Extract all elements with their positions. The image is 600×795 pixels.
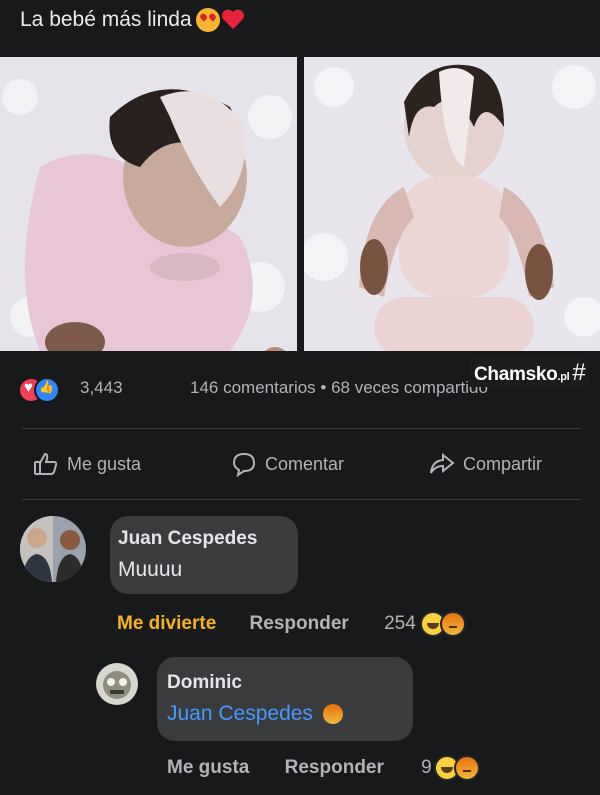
baby-photo-right[interactable] [304, 57, 600, 351]
angry-face-icon [322, 704, 343, 725]
share-button[interactable]: Compartir [429, 451, 542, 477]
angry-face-icon [453, 755, 480, 781]
watermark: Chamsko.pl # [470, 359, 590, 387]
watermark-hash-icon: # [572, 359, 586, 386]
post-actions: Me gusta Comentar Compartir [0, 445, 600, 485]
share-arrow-icon [430, 452, 455, 474]
like-button[interactable]: Me gusta [33, 451, 141, 477]
comment-reactions[interactable]: 254 [384, 611, 466, 637]
comment-bubble: Juan Cespedes Muuuu [110, 516, 298, 594]
watermark-brand: Chamsko [474, 364, 558, 385]
comment-reactions[interactable]: 9 [421, 755, 480, 781]
thumbs-up-icon [34, 452, 58, 475]
watermark-suffix: .pl [557, 371, 570, 383]
comment-meta: Me divierte Responder 254 [117, 611, 466, 637]
comment-button[interactable]: Comentar [231, 451, 344, 477]
heart-eyes-emoji-icon [195, 8, 220, 32]
like-button[interactable]: Me gusta [167, 757, 249, 778]
baby-photo-left[interactable] [0, 57, 297, 351]
share-label: Compartir [463, 453, 543, 474]
post-title-text: La bebé más linda [20, 8, 192, 31]
reply-button[interactable]: Responder [285, 757, 384, 778]
comment-reaction-count: 254 [384, 613, 416, 634]
reaction-count[interactable]: 3,443 [80, 378, 123, 398]
post-title: La bebé más linda [20, 8, 244, 32]
reply-meta: Me gusta Responder 9 [167, 755, 480, 781]
red-heart-icon [222, 10, 244, 30]
speech-bubble-icon [232, 452, 256, 477]
like-label: Me gusta [67, 453, 142, 474]
reaction-label[interactable]: Me divierte [117, 613, 216, 634]
angry-face-icon [439, 611, 466, 637]
comment-reaction-count: 9 [421, 757, 432, 778]
comment-label: Comentar [265, 453, 345, 474]
divider [22, 428, 580, 429]
reply-button[interactable]: Responder [250, 613, 349, 634]
reply-bubble: Dominic Juan Cespedes [157, 657, 413, 741]
avatar[interactable] [20, 516, 86, 582]
comment-author[interactable]: Juan Cespedes [118, 528, 298, 550]
comment-text: Muuuu [118, 558, 183, 581]
reply-author[interactable]: Dominic [167, 672, 413, 694]
post-stats: 3,443 146 comentarios • 68 veces compart… [18, 359, 600, 403]
avatar[interactable] [96, 663, 138, 705]
like-reaction-icon [34, 377, 60, 403]
reaction-icons[interactable] [18, 377, 74, 403]
mention-link[interactable]: Juan Cespedes [167, 702, 313, 725]
divider [22, 499, 580, 500]
comments-shares-count[interactable]: 146 comentarios • 68 veces compartido [190, 378, 488, 398]
